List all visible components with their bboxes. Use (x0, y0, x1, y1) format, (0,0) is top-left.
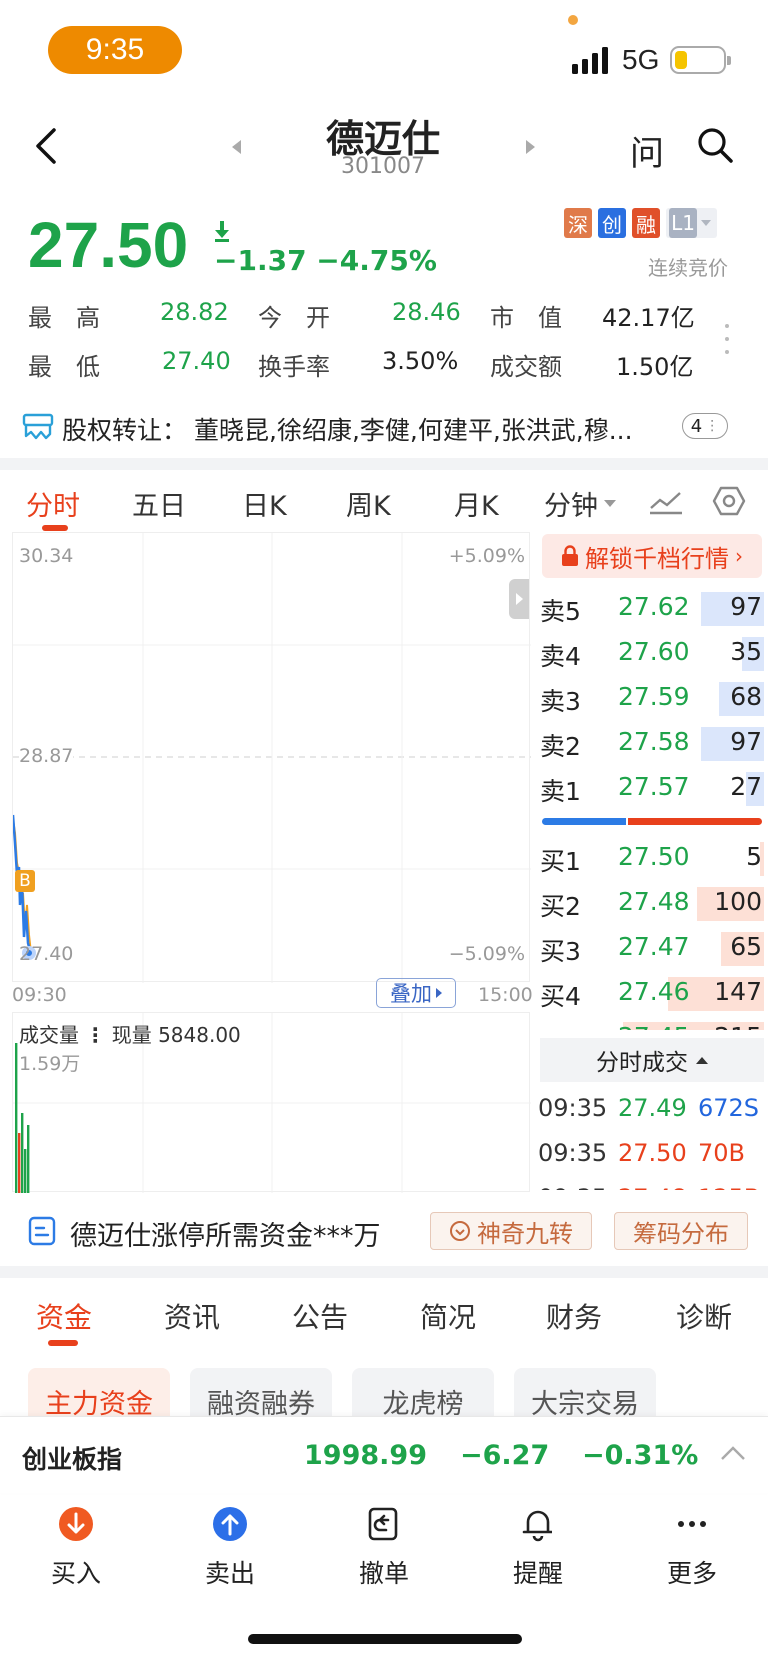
more-icon (678, 1521, 706, 1527)
trade-price: 27.50 (618, 1139, 687, 1167)
trade-time: 09:35 (538, 1139, 608, 1167)
tab-announcements[interactable]: 公告 (292, 1296, 348, 1336)
trade-vol: 125B (698, 1184, 760, 1190)
index-change: −6.27 (460, 1440, 550, 1471)
nav-cancel-order[interactable]: 撤单 (334, 1506, 434, 1590)
tab-news[interactable]: 资讯 (164, 1296, 220, 1336)
index-value: 1998.99 (304, 1440, 427, 1471)
bell-icon (522, 1510, 552, 1542)
tab-underline (48, 1340, 78, 1346)
tab-diagnosis[interactable]: 诊断 (676, 1296, 732, 1336)
chevron-up-icon[interactable] (720, 1444, 746, 1462)
tab-profile[interactable]: 简况 (420, 1296, 476, 1336)
nav-sell-label: 卖出 (204, 1559, 255, 1588)
trade-price: 27.48 (618, 1184, 687, 1190)
nav-more[interactable]: 更多 (642, 1506, 742, 1590)
index-name: 创业板指 (22, 1445, 123, 1474)
limit-up-text[interactable]: 德迈仕涨停所需资金***万 (70, 1214, 381, 1253)
tab-capital[interactable]: 资金 (36, 1296, 92, 1336)
divider (0, 1266, 768, 1278)
arrow-down-circle-icon (59, 1507, 93, 1541)
nav-more-label: 更多 (666, 1559, 717, 1588)
nav-buy-label: 买入 (50, 1559, 101, 1588)
trade-vol: 672S (698, 1094, 760, 1122)
nav-buy[interactable]: 买入 (26, 1506, 126, 1590)
trade-vol: 70B (698, 1139, 746, 1167)
trade-price: 27.49 (618, 1094, 687, 1122)
nav-alert[interactable]: 提醒 (488, 1506, 588, 1590)
magic-nine-label: 神奇九转 (477, 1219, 573, 1248)
chip-distribution-label: 筹码分布 (633, 1219, 729, 1248)
document-icon (28, 1216, 56, 1246)
magic-nine-chip[interactable]: 神奇九转 (430, 1212, 592, 1250)
nav-sell[interactable]: 卖出 (180, 1506, 280, 1590)
chip-distribution-chip[interactable]: 筹码分布 (614, 1212, 748, 1250)
nav-cancel-label: 撤单 (358, 1559, 409, 1588)
tab-finance[interactable]: 财务 (546, 1296, 602, 1336)
home-indicator (248, 1634, 522, 1644)
trade-time: 09:35 (538, 1094, 608, 1122)
index-pct: −0.31% (582, 1440, 699, 1471)
undo-icon (368, 1507, 398, 1541)
check-circle-icon (450, 1221, 470, 1241)
nav-alert-label: 提醒 (512, 1559, 563, 1588)
arrow-up-circle-icon (213, 1507, 247, 1541)
trade-time: 09:35 (538, 1184, 607, 1190)
